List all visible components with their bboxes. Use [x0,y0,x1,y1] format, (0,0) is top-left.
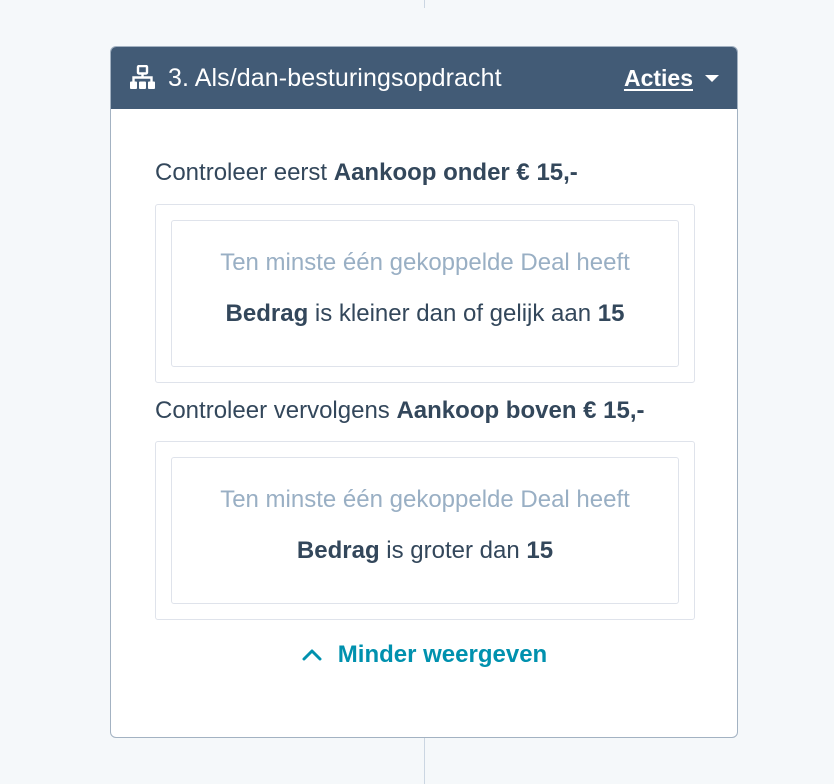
condition-property: Bedrag [225,300,309,327]
branch-name: Aankoop onder € 15,- [333,159,578,186]
condition-intro: Ten minste één gekoppelde Deal heeft [220,249,630,276]
card-title: 3. Als/dan-besturingsopdracht [168,63,502,92]
workflow-branch-icon [129,64,157,92]
branch-condition-group: Ten minste één gekoppelde Deal heeft Bed… [155,204,695,383]
show-less-label[interactable]: Minder weergeven [338,641,547,669]
condition-value: 15 [597,300,625,327]
condition-filter: Ten minste één gekoppelde Deal heeft Bed… [171,457,679,604]
branch-condition-group: Ten minste één gekoppelde Deal heeft Bed… [155,441,695,620]
caret-down-icon[interactable] [705,74,719,82]
actions-dropdown[interactable]: Acties [624,65,719,92]
condition-rule: Bedrag is groter dan 15 [172,537,678,565]
condition-rule: Bedrag is kleiner dan of gelijk aan 15 [172,300,678,328]
card-header: 3. Als/dan-besturingsopdracht Acties [111,47,737,109]
branch-name: Aankoop boven € 15,- [396,397,645,424]
branch-prefix: Controleer eerst [155,159,328,186]
condition-intro: Ten minste één gekoppelde Deal heeft [220,486,630,513]
show-less-button[interactable]: Minder weergeven [111,641,737,669]
chevron-up-icon[interactable] [301,648,323,662]
condition-operator: is groter dan [386,537,520,564]
branch-label: Controleer eerst Aankoop onder € 15,- [155,159,578,187]
workflow-connector-bottom [424,738,425,784]
condition-filter: Ten minste één gekoppelde Deal heeft Bed… [171,220,679,367]
branch-prefix: Controleer vervolgens [155,397,390,424]
condition-operator: is kleiner dan of gelijk aan [314,300,592,327]
condition-property: Bedrag [296,537,380,564]
workflow-connector-top [424,0,425,8]
branch-label: Controleer vervolgens Aankoop boven € 15… [155,397,645,425]
condition-value: 15 [526,537,554,564]
if-then-branch-card: 3. Als/dan-besturingsopdracht Acties Con… [110,46,738,738]
actions-label[interactable]: Acties [624,65,693,92]
